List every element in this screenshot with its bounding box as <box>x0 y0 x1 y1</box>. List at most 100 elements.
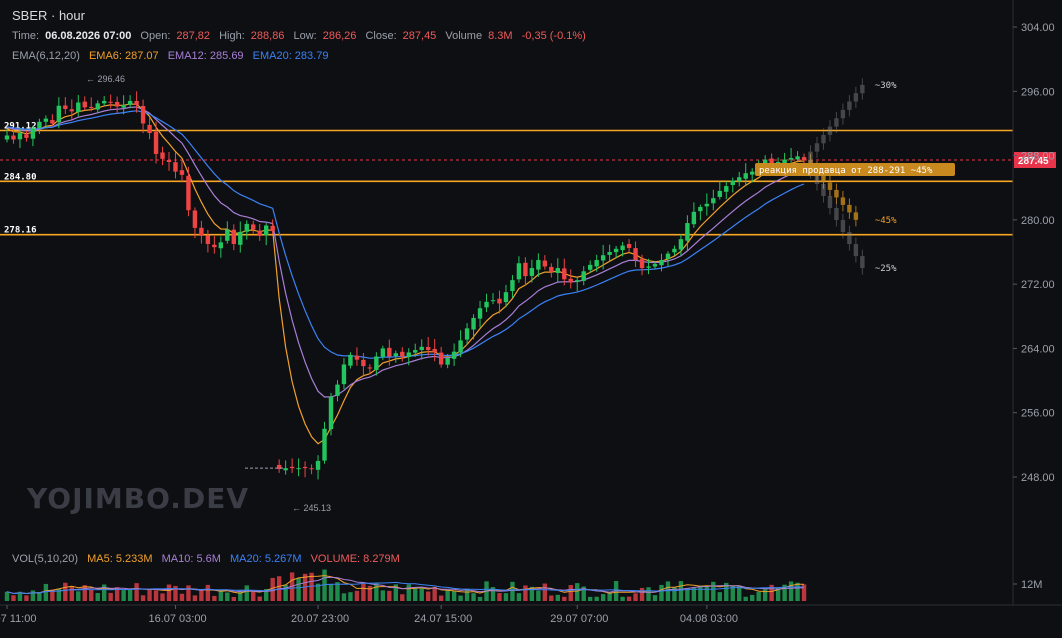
candle[interactable] <box>691 202 697 228</box>
candle[interactable] <box>588 260 593 273</box>
volume-bar <box>89 589 94 601</box>
candle[interactable] <box>238 221 243 253</box>
candle[interactable] <box>698 204 703 221</box>
candle-body <box>76 102 81 113</box>
candle[interactable] <box>199 220 204 244</box>
candle[interactable] <box>82 96 87 111</box>
candle[interactable] <box>24 130 29 142</box>
candle[interactable] <box>555 258 560 282</box>
candle[interactable] <box>296 458 301 477</box>
candle[interactable] <box>102 96 107 106</box>
candle-body <box>750 171 755 175</box>
candle[interactable] <box>302 461 308 478</box>
candle[interactable] <box>264 222 269 246</box>
candle[interactable] <box>451 343 457 366</box>
candle[interactable] <box>374 352 379 376</box>
candle-body <box>17 133 23 140</box>
candle[interactable] <box>341 357 347 390</box>
candle[interactable] <box>607 244 612 262</box>
candle[interactable] <box>244 220 249 240</box>
candle[interactable] <box>523 257 528 286</box>
candle[interactable] <box>711 189 716 211</box>
candle[interactable] <box>251 220 256 234</box>
candle[interactable] <box>192 207 198 239</box>
candle[interactable] <box>419 339 424 360</box>
candle[interactable] <box>315 455 321 480</box>
candle[interactable] <box>432 338 437 362</box>
chart-canvas[interactable]: 291.12284.80278.16 ← 296.46← 245.13~30%~… <box>0 0 1062 633</box>
candle[interactable] <box>672 245 677 256</box>
candle[interactable] <box>477 300 483 328</box>
candle[interactable] <box>575 277 580 292</box>
candle[interactable] <box>730 177 735 193</box>
candle[interactable] <box>212 235 217 254</box>
candle-body <box>114 101 120 107</box>
candle[interactable] <box>328 392 334 436</box>
candle[interactable] <box>127 95 133 109</box>
candle[interactable] <box>788 147 794 163</box>
candle[interactable] <box>633 241 638 268</box>
candle[interactable] <box>218 236 224 258</box>
candle[interactable] <box>426 336 431 356</box>
candle[interactable] <box>225 221 230 244</box>
volume-bar <box>212 595 217 601</box>
candle-body <box>737 177 742 182</box>
chart-root[interactable]: 291.12 284.80 278.16 ← 296.46 ← 245.13 ~30% ~… <box>0 0 1062 633</box>
candle[interactable] <box>400 347 405 362</box>
candle[interactable] <box>186 166 191 217</box>
candle[interactable] <box>354 347 360 366</box>
candle[interactable] <box>665 251 671 267</box>
candle[interactable] <box>335 380 340 402</box>
volume-bar <box>244 585 249 601</box>
candle[interactable] <box>724 181 729 200</box>
candle[interactable] <box>166 151 172 171</box>
candle[interactable] <box>542 255 548 270</box>
candle[interactable] <box>717 181 722 200</box>
candle[interactable] <box>140 99 146 134</box>
volume-bar <box>659 584 664 601</box>
candle[interactable] <box>108 94 113 109</box>
candle-body <box>426 347 431 351</box>
candle[interactable] <box>438 346 444 368</box>
candle[interactable] <box>37 118 42 135</box>
candle[interactable] <box>549 263 554 278</box>
high-value: 288,86 <box>250 30 285 42</box>
watermark-logo: YOJIMBO.DEV <box>27 482 249 515</box>
candle[interactable] <box>309 464 314 475</box>
candle[interactable] <box>704 193 710 216</box>
candle[interactable] <box>380 345 386 361</box>
candle[interactable] <box>743 163 748 186</box>
candle[interactable] <box>173 152 178 179</box>
candle[interactable] <box>568 269 573 289</box>
candle[interactable] <box>516 256 522 283</box>
candle[interactable] <box>801 153 807 164</box>
candle[interactable] <box>626 239 632 253</box>
candle[interactable] <box>160 146 165 166</box>
candle[interactable] <box>69 99 74 120</box>
candle[interactable] <box>257 223 262 241</box>
candle[interactable] <box>63 97 68 115</box>
candle[interactable] <box>30 125 36 147</box>
candle[interactable] <box>205 229 211 253</box>
candle[interactable] <box>490 293 496 305</box>
candle[interactable] <box>134 91 139 113</box>
candle[interactable] <box>95 100 100 114</box>
forecast-candle <box>840 103 846 125</box>
candle[interactable] <box>581 266 586 286</box>
candle[interactable] <box>464 323 470 345</box>
candle[interactable] <box>283 460 288 475</box>
candle[interactable] <box>510 275 515 298</box>
candle[interactable] <box>76 94 81 117</box>
candle[interactable] <box>737 171 742 187</box>
volume-bar <box>296 578 301 601</box>
candle[interactable] <box>114 96 120 114</box>
candle[interactable] <box>289 458 295 474</box>
candle[interactable] <box>322 421 327 464</box>
candle[interactable] <box>153 121 159 164</box>
candle[interactable] <box>348 352 353 369</box>
candle[interactable] <box>484 293 489 313</box>
candle[interactable] <box>147 117 152 140</box>
candle[interactable] <box>276 459 282 473</box>
candle[interactable] <box>231 224 236 251</box>
volume-bar <box>387 590 392 601</box>
